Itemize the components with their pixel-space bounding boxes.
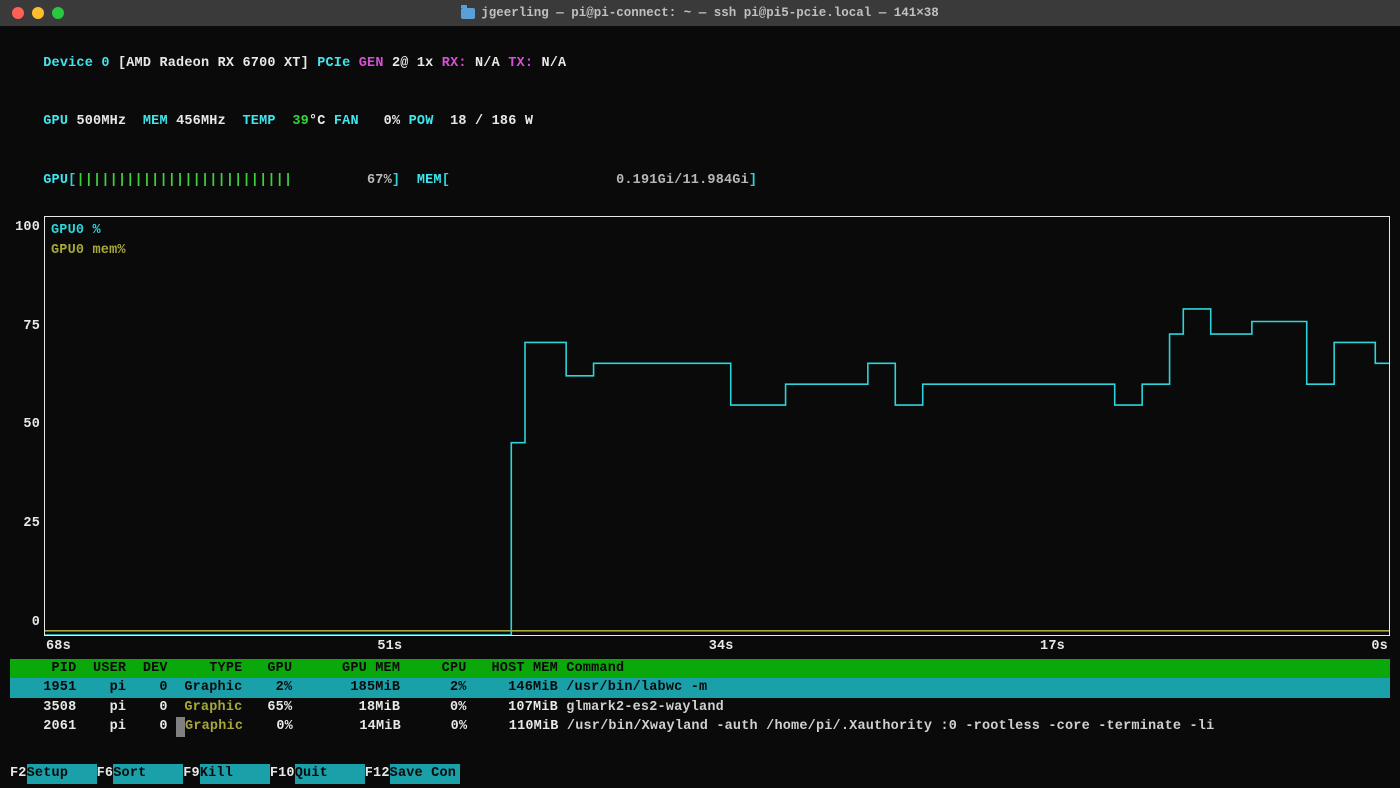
gpu-meter-pct: 67%: [367, 173, 392, 188]
fan-label: FAN: [334, 114, 359, 129]
footer-key: F10: [270, 764, 295, 784]
x-axis: 68s 51s 34s 17s 0s: [44, 636, 1390, 657]
y-axis: 100 75 50 25 0: [10, 216, 44, 636]
mem-clock: 456MHz: [176, 114, 226, 129]
chart-plot-area: GPU0 % GPU0 mem%: [44, 216, 1390, 636]
ytick: 50: [10, 415, 40, 435]
xtick: 0s: [1371, 637, 1388, 657]
temp-label: TEMP: [243, 114, 276, 129]
xtick: 17s: [1040, 637, 1065, 657]
gpu-meter-bars: ||||||||||||||||||||||||||: [76, 173, 292, 188]
gpu-clock: 500MHz: [76, 114, 126, 129]
footer-action-setup[interactable]: Setup: [27, 764, 97, 784]
window-title-text: jgeerling — pi@pi-connect: ~ — ssh pi@pi…: [481, 4, 939, 22]
mem-meter-text: 0.191Gi/11.984Gi: [616, 173, 749, 188]
pcie-label: PCIe: [317, 56, 350, 71]
table-row[interactable]: 1951 pi 0 Graphic 2% 185MiB 2% 146MiB /u…: [10, 678, 1390, 698]
xtick: 34s: [709, 637, 734, 657]
footer-key: F2: [10, 764, 27, 784]
tx-label: TX:: [508, 56, 533, 71]
mem-label: MEM: [143, 114, 168, 129]
xtick: 51s: [377, 637, 402, 657]
footer-action-save-config[interactable]: Save Con: [390, 764, 460, 784]
table-row[interactable]: 3508 pi 0 Graphic 65% 18MiB 0% 107MiB gl…: [10, 698, 1390, 718]
temp-value: 39: [292, 114, 309, 129]
window-title: jgeerling — pi@pi-connect: ~ — ssh pi@pi…: [0, 4, 1400, 22]
gen-label: GEN: [359, 56, 384, 71]
footer-bar: F2Setup F6Sort F9Kill F10Quit F12Save Co…: [10, 764, 1390, 784]
footer-action-kill[interactable]: Kill: [200, 764, 270, 784]
temp-unit: °C: [309, 114, 326, 129]
table-row[interactable]: 2061 pi 0 Graphic 0% 14MiB 0% 110MiB /us…: [10, 717, 1390, 737]
device-line: Device 0 [AMD Radeon RX 6700 XT] PCIe GE…: [10, 34, 1390, 93]
table-header[interactable]: PID USER DEV TYPE GPU GPU MEM CPU HOST M…: [10, 659, 1390, 679]
footer-key: F6: [97, 764, 114, 784]
chart: 100 75 50 25 0 GPU0 % GPU0 mem%: [10, 216, 1390, 636]
window-titlebar: jgeerling — pi@pi-connect: ~ — ssh pi@pi…: [0, 0, 1400, 26]
ytick: 75: [10, 317, 40, 337]
gpu-meter-label: GPU: [43, 173, 68, 188]
footer-key: F12: [365, 764, 390, 784]
terminal-area[interactable]: Device 0 [AMD Radeon RX 6700 XT] PCIe GE…: [0, 26, 1400, 788]
process-table: PID USER DEV TYPE GPU GPU MEM CPU HOST M…: [10, 659, 1390, 737]
footer-action-sort[interactable]: Sort: [113, 764, 183, 784]
xtick: 68s: [46, 637, 71, 657]
pow-value: 18 / 186 W: [450, 114, 533, 129]
rx-label: RX:: [442, 56, 467, 71]
footer-key: F9: [183, 764, 200, 784]
gen-value: 2@ 1x: [392, 56, 434, 71]
pow-label: POW: [409, 114, 434, 129]
footer-action-quit[interactable]: Quit: [295, 764, 365, 784]
clock-line: GPU 500MHz MEM 456MHz TEMP 39°C FAN 0% P…: [10, 93, 1390, 152]
meter-line: GPU[|||||||||||||||||||||||||| 67%] MEM[…: [10, 151, 1390, 210]
ytick: 0: [10, 613, 40, 633]
chart-svg: [45, 217, 1389, 635]
gpu-label: GPU: [43, 114, 68, 129]
fan-value: 0%: [384, 114, 401, 129]
device-name: [AMD Radeon RX 6700 XT]: [118, 56, 309, 71]
ytick: 100: [10, 218, 40, 238]
device-label: Device 0: [43, 56, 109, 71]
folder-icon: [461, 8, 475, 19]
rx-value: N/A: [475, 56, 500, 71]
mem-meter-label: MEM: [417, 173, 442, 188]
tx-value: N/A: [541, 56, 566, 71]
ytick: 25: [10, 514, 40, 534]
table-body: 1951 pi 0 Graphic 2% 185MiB 2% 146MiB /u…: [10, 678, 1390, 737]
